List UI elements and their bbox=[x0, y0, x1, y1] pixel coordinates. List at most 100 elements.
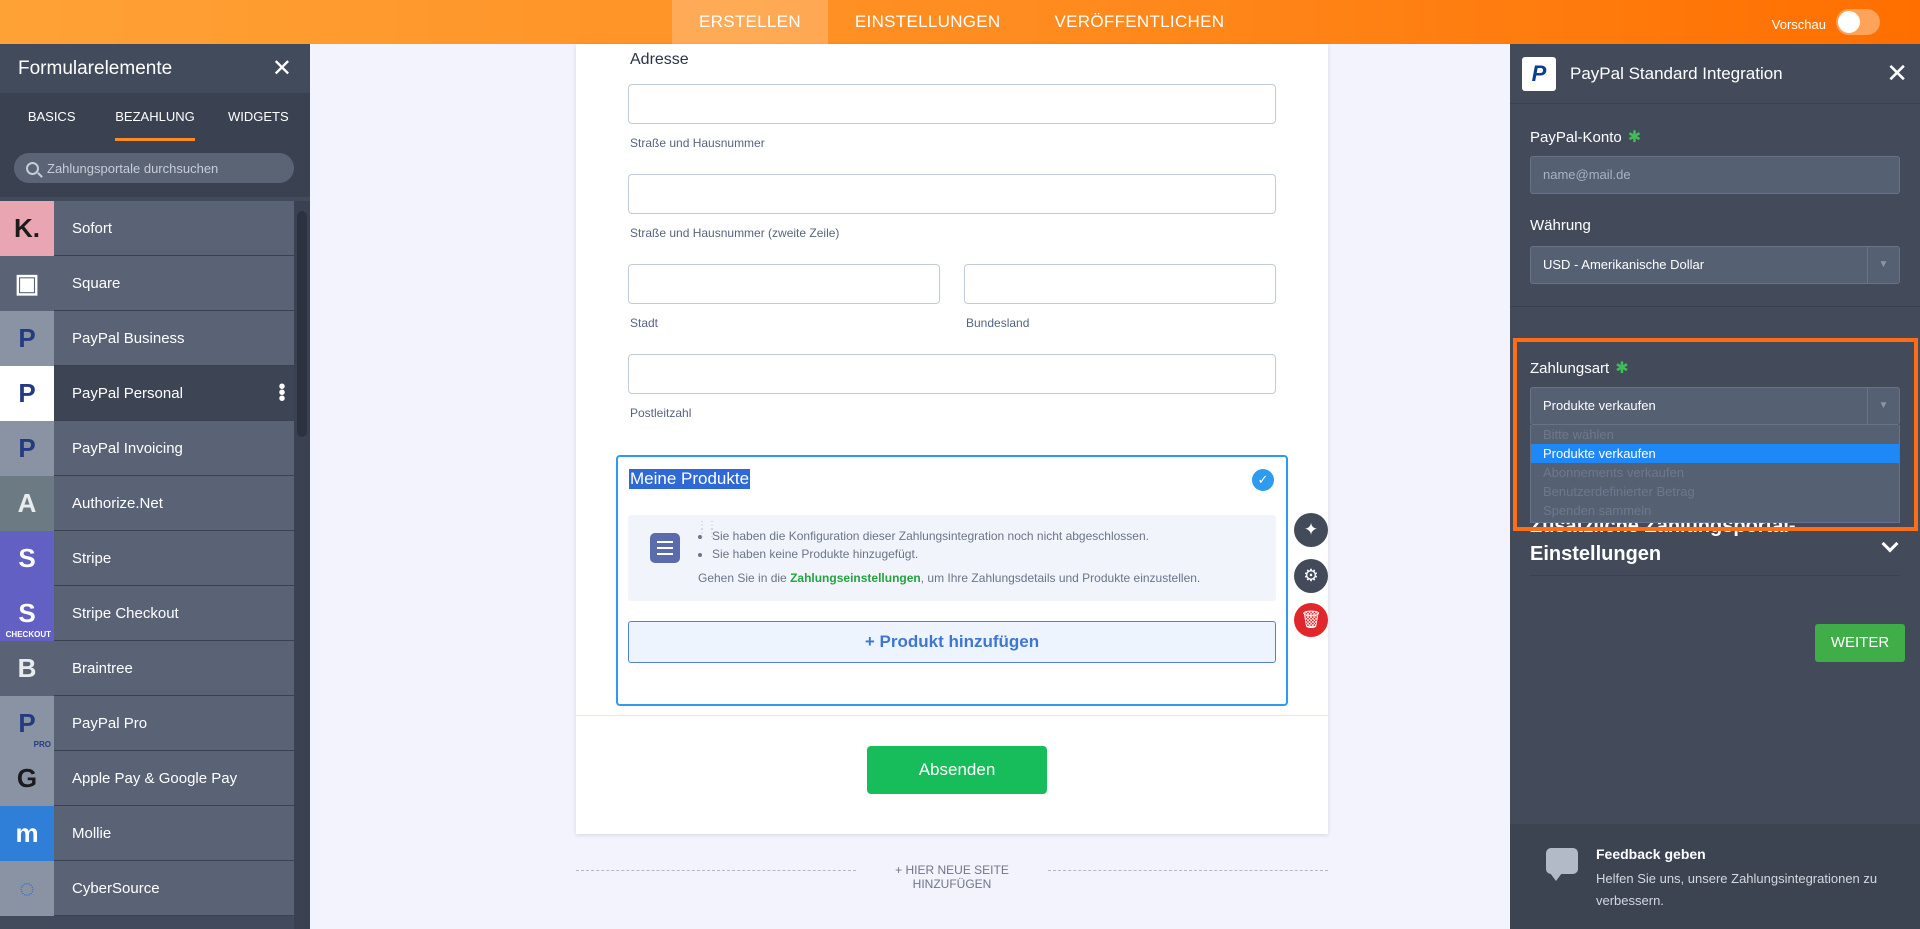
gateway-item[interactable]: G Apple Pay & Google Pay bbox=[0, 750, 294, 806]
tab-basics[interactable]: BASICS bbox=[0, 93, 103, 141]
add-product-button[interactable]: + Produkt hinzufügen bbox=[628, 621, 1276, 663]
feedback-box[interactable]: Feedback geben Helfen Sie uns, unsere Za… bbox=[1510, 824, 1920, 929]
gateway-item-label: CyberSource bbox=[72, 879, 160, 897]
notice-item: Sie haben die Konfiguration dieser Zahlu… bbox=[712, 529, 1149, 543]
magic-wand-icon[interactable]: ✦ bbox=[1294, 513, 1328, 547]
preview-toggle[interactable] bbox=[1836, 9, 1880, 35]
zip-input[interactable] bbox=[628, 354, 1276, 394]
street2-input[interactable] bbox=[628, 174, 1276, 214]
add-new-page-label[interactable]: + HIER NEUE SEITE HINZUFÜGEN bbox=[856, 863, 1048, 891]
tab-veroeffentlichen[interactable]: VERÖFFENTLICHEN bbox=[1028, 0, 1252, 44]
close-icon[interactable]: ✕ bbox=[1886, 58, 1908, 89]
tab-einstellungen[interactable]: EINSTELLUNGEN bbox=[828, 0, 1028, 44]
product-list-field[interactable]: Meine Produkte ✓ Sie haben die Konfigura… bbox=[616, 455, 1288, 706]
check-icon: ✓ bbox=[1252, 469, 1274, 491]
search-icon bbox=[26, 161, 39, 175]
paypal-pro-icon: P PRO bbox=[0, 695, 54, 751]
currency-value: USD - Amerikanische Dollar bbox=[1543, 257, 1705, 272]
preview-label: Vorschau bbox=[1771, 16, 1826, 32]
scrollbar-thumb[interactable] bbox=[297, 211, 307, 437]
state-sublabel: Bundesland bbox=[966, 316, 1030, 330]
account-label-text: PayPal-Konto bbox=[1530, 129, 1622, 146]
gateway-item[interactable]: P PayPal Business bbox=[0, 310, 294, 366]
icon-caption: PRO bbox=[33, 739, 51, 749]
config-notice: Sie haben die Konfiguration dieser Zahlu… bbox=[628, 515, 1276, 601]
close-icon[interactable]: ✕ bbox=[272, 54, 292, 83]
gateway-item[interactable]: ▣ Square bbox=[0, 255, 294, 311]
section-divider bbox=[1530, 575, 1900, 576]
gateway-item[interactable]: m Mollie bbox=[0, 805, 294, 861]
search-placeholder: Zahlungsportale durchsuchen bbox=[47, 160, 219, 176]
submit-button[interactable]: Absenden bbox=[867, 746, 1047, 794]
stripe-checkout-icon: S CHECKOUT bbox=[0, 585, 54, 641]
gateway-item-label: Sofort bbox=[72, 219, 113, 237]
authorize-net-icon: A bbox=[0, 475, 54, 531]
notice-item: Sie haben keine Produkte hinzugefügt. bbox=[712, 547, 1149, 561]
gateway-item-label: Authorize.Net bbox=[72, 494, 163, 512]
hint-suffix: , um Ihre Zahlungsdetails und Produkte e… bbox=[920, 571, 1201, 585]
gateway-item-label: Square bbox=[72, 274, 121, 292]
next-button[interactable]: WEITER bbox=[1815, 624, 1905, 662]
preview-toggle-group: Vorschau bbox=[1771, 9, 1880, 35]
chevron-down-icon[interactable] bbox=[1881, 535, 1899, 553]
gateway-item[interactable]: P PayPal Invoicing bbox=[0, 420, 294, 476]
dash-line bbox=[1048, 870, 1328, 871]
gateway-item[interactable]: A Authorize.Net bbox=[0, 475, 294, 531]
gateway-item[interactable]: ◌ CyberSource bbox=[0, 860, 294, 916]
account-input[interactable]: name@mail.de bbox=[1530, 156, 1900, 194]
drag-handle-icon[interactable]: ⋮⋮ ⋮⋮ bbox=[697, 521, 717, 539]
form-divider bbox=[576, 715, 1328, 716]
top-nav: ERSTELLEN EINSTELLUNGEN VERÖFFENTLICHEN bbox=[672, 0, 1251, 44]
apple-google-pay-icon: G bbox=[0, 750, 54, 806]
gateway-item[interactable]: P PRO PayPal Pro bbox=[0, 695, 294, 751]
state-input[interactable] bbox=[964, 264, 1276, 304]
icon-caption: CHECKOUT bbox=[5, 629, 51, 639]
gateway-item-label: Apple Pay & Google Pay bbox=[72, 769, 238, 787]
products-title[interactable]: Meine Produkte bbox=[629, 469, 751, 489]
street-input[interactable] bbox=[628, 84, 1276, 124]
chevron-down-icon: ▼ bbox=[1867, 247, 1899, 283]
panel-title: PayPal Standard Integration bbox=[1570, 63, 1783, 83]
panel-title: Formularelemente bbox=[18, 57, 173, 79]
gateway-item[interactable]: P PayPal Personal • • • bbox=[0, 365, 294, 421]
notice-hint: Gehen Sie in die Zahlungseinstellungen, … bbox=[698, 571, 1200, 585]
address-label: Adresse bbox=[630, 51, 689, 68]
search-input[interactable]: Zahlungsportale durchsuchen bbox=[14, 153, 294, 183]
currency-select[interactable]: USD - Amerikanische Dollar ▼ bbox=[1530, 246, 1900, 284]
currency-label: Währung bbox=[1530, 217, 1591, 234]
gateway-item-label: Mollie bbox=[72, 824, 112, 842]
more-options-icon[interactable]: • • • bbox=[278, 377, 286, 409]
paypal-logo-icon: P bbox=[1522, 56, 1556, 91]
hint-prefix: Gehen Sie in die bbox=[698, 571, 791, 585]
tab-bezahlung[interactable]: BEZAHLUNG bbox=[103, 93, 206, 141]
zip-sublabel: Postleitzahl bbox=[630, 406, 692, 420]
account-label: PayPal-Konto ✱ bbox=[1530, 127, 1641, 147]
scrollbar[interactable] bbox=[294, 201, 310, 929]
tab-widgets[interactable]: WIDGETS bbox=[207, 93, 310, 141]
extra-settings-line2: Einstellungen bbox=[1530, 543, 1662, 565]
tab-erstellen[interactable]: ERSTELLEN bbox=[672, 0, 828, 44]
square-icon: ▣ bbox=[0, 255, 54, 311]
section-divider bbox=[1510, 306, 1920, 307]
gateway-item[interactable]: S CHECKOUT Stripe Checkout bbox=[0, 585, 294, 641]
paypal-invoicing-icon: P bbox=[0, 420, 54, 476]
toggle-knob bbox=[1838, 11, 1860, 33]
city-sublabel: Stadt bbox=[630, 316, 659, 330]
gateway-item[interactable]: S Stripe bbox=[0, 530, 294, 586]
city-input[interactable] bbox=[628, 264, 940, 304]
top-bar: ERSTELLEN EINSTELLUNGEN VERÖFFENTLICHEN … bbox=[0, 0, 1920, 44]
gateway-item[interactable]: K. Sofort bbox=[0, 200, 294, 256]
braintree-icon: B bbox=[0, 640, 54, 696]
dash-line bbox=[576, 870, 856, 871]
payment-settings-link[interactable]: Zahlungseinstellungen bbox=[790, 571, 921, 585]
add-new-page[interactable]: + HIER NEUE SEITE HINZUFÜGEN bbox=[576, 862, 1328, 891]
payment-gateway-list: K. Sofort ▣ Square P PayPal Business P PayPal P… bbox=[0, 200, 294, 916]
street-sublabel: Straße und Hausnummer bbox=[630, 136, 765, 150]
gear-icon[interactable]: ⚙ bbox=[1294, 559, 1328, 593]
chat-bubble-icon bbox=[1546, 848, 1578, 881]
gateway-item-label: PayPal Invoicing bbox=[72, 439, 183, 457]
highlight-box bbox=[1513, 338, 1918, 531]
trash-icon[interactable]: 🗑 bbox=[1294, 603, 1328, 637]
gateway-item[interactable]: B Braintree bbox=[0, 640, 294, 696]
paypal-business-icon: P bbox=[0, 310, 54, 366]
